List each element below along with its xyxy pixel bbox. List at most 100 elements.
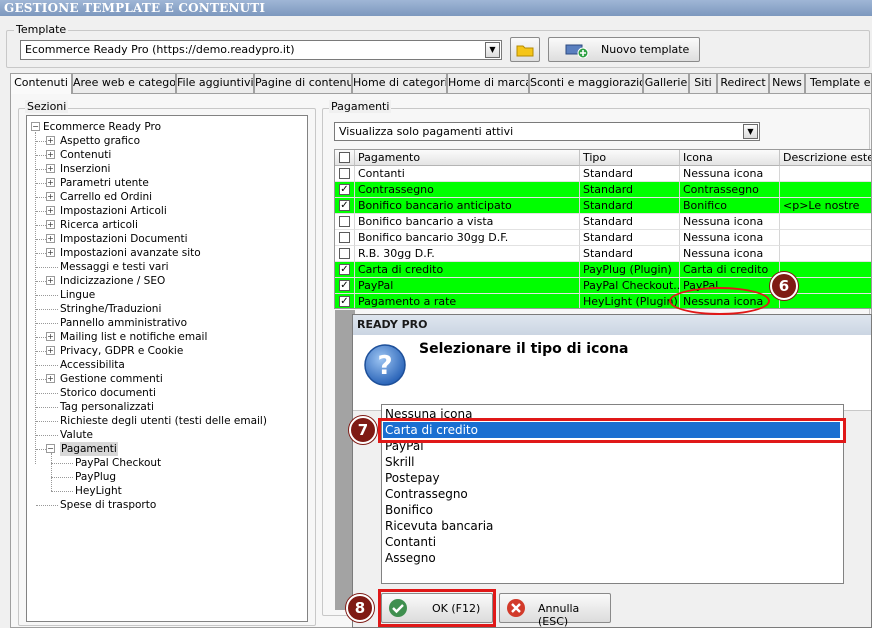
- expand-icon[interactable]: +: [46, 234, 55, 243]
- tab-home-marca[interactable]: Home di marca: [447, 73, 529, 93]
- list-item[interactable]: Assegno: [385, 550, 436, 566]
- cell-icon[interactable]: Nessuna icona: [680, 246, 780, 262]
- expand-icon[interactable]: +: [46, 346, 55, 355]
- tree-item[interactable]: Indicizzazione / SEO: [60, 274, 165, 288]
- list-item[interactable]: Postepay: [385, 470, 440, 486]
- tree-subitem[interactable]: PayPlug: [75, 470, 116, 484]
- tree-item[interactable]: Messaggi e testi vari: [60, 260, 169, 274]
- cell-desc[interactable]: [780, 166, 871, 182]
- cell-icon[interactable]: Contrassegno: [680, 182, 780, 198]
- tree-item[interactable]: Richieste degli utenti (testi delle emai…: [60, 414, 267, 428]
- tab-news[interactable]: News: [769, 73, 805, 93]
- cell-icon[interactable]: Bonifico: [680, 198, 780, 214]
- tree-item[interactable]: Parametri utente: [60, 176, 149, 190]
- cell-type[interactable]: Standard: [580, 198, 680, 214]
- grid-header-descrizione[interactable]: Descrizione estesa: [780, 150, 871, 166]
- expand-icon[interactable]: +: [46, 374, 55, 383]
- tree-subitem[interactable]: PayPal Checkout: [75, 456, 161, 470]
- tree-item[interactable]: Pagamenti: [60, 442, 118, 456]
- tab-file-aggiuntivi[interactable]: File aggiuntivi: [176, 73, 254, 93]
- grid-header-check[interactable]: [335, 150, 355, 166]
- tree-item[interactable]: Impostazioni avanzate sito: [60, 246, 201, 260]
- tab-aree-web[interactable]: Aree web e categorie: [72, 73, 176, 93]
- list-item[interactable]: Ricevuta bancaria: [385, 518, 493, 534]
- tree-item[interactable]: Storico documenti: [60, 386, 156, 400]
- cell-desc[interactable]: [780, 182, 871, 198]
- tree-item[interactable]: Valute: [60, 428, 93, 442]
- row-checkbox[interactable]: [339, 216, 350, 227]
- list-item[interactable]: Skrill: [385, 454, 415, 470]
- cell-name[interactable]: Carta di credito: [355, 262, 580, 278]
- cell-desc[interactable]: [780, 230, 871, 246]
- expand-icon[interactable]: +: [46, 276, 55, 285]
- grid-header-icona[interactable]: Icona: [680, 150, 780, 166]
- template-select[interactable]: Ecommerce Ready Pro (https://demo.readyp…: [20, 40, 502, 60]
- row-checkbox[interactable]: ✓: [339, 280, 350, 291]
- cell-type[interactable]: Standard: [580, 246, 680, 262]
- collapse-icon[interactable]: −: [31, 122, 40, 131]
- row-checkbox[interactable]: [339, 232, 350, 243]
- chevron-down-icon[interactable]: ▼: [743, 124, 758, 139]
- tab-siti[interactable]: Siti: [689, 73, 717, 93]
- cancel-button[interactable]: Annulla (ESC): [499, 593, 611, 628]
- table-row[interactable]: Bonifico bancario 30gg D.F. Standard Nessu…: [335, 230, 871, 246]
- list-item[interactable]: Contrassegno: [385, 486, 468, 502]
- tree-item[interactable]: Mailing list e notifiche email: [60, 330, 207, 344]
- grid-header-tipo[interactable]: Tipo: [580, 150, 680, 166]
- tree-item[interactable]: Accessibilita: [60, 358, 125, 372]
- row-checkbox[interactable]: [339, 248, 350, 259]
- cell-name[interactable]: R.B. 30gg D.F.: [355, 246, 580, 262]
- tree-subitem[interactable]: HeyLight: [75, 484, 122, 498]
- cell-type[interactable]: Standard: [580, 182, 680, 198]
- cell-icon[interactable]: Nessuna icona: [680, 166, 780, 182]
- payments-filter-select[interactable]: Visualizza solo pagamenti attivi ▼: [334, 122, 760, 141]
- table-row[interactable]: R.B. 30gg D.F. Standard Nessuna icona: [335, 246, 871, 262]
- tab-home-categoria[interactable]: Home di categoria: [352, 73, 447, 93]
- cell-name[interactable]: PayPal: [355, 278, 580, 294]
- table-row[interactable]: ✓ Contrassegno Standard Contrassegno: [335, 182, 871, 198]
- cell-desc[interactable]: <p>Le nostre: [780, 198, 871, 214]
- expand-icon[interactable]: +: [46, 150, 55, 159]
- expand-icon[interactable]: +: [46, 164, 55, 173]
- tree-item[interactable]: Pannello amministrativo: [60, 316, 187, 330]
- tab-template-pl[interactable]: Template e pl: [805, 73, 872, 93]
- expand-icon[interactable]: +: [46, 220, 55, 229]
- cell-type[interactable]: HeyLight (Plugin): [580, 294, 680, 308]
- open-folder-button[interactable]: [510, 37, 540, 62]
- chevron-down-icon[interactable]: ▼: [485, 42, 500, 58]
- table-row[interactable]: Bonifico bancario a vista Standard Nessuna…: [335, 214, 871, 230]
- cell-type[interactable]: Standard: [580, 214, 680, 230]
- cell-icon[interactable]: Nessuna icona: [680, 214, 780, 230]
- expand-icon[interactable]: +: [46, 136, 55, 145]
- row-checkbox[interactable]: ✓: [339, 264, 350, 275]
- row-checkbox[interactable]: [339, 168, 350, 179]
- cell-type[interactable]: Standard: [580, 230, 680, 246]
- cell-type[interactable]: PayPal Checkout...: [580, 278, 680, 294]
- new-template-button[interactable]: Nuovo template: [548, 37, 700, 62]
- tree-item[interactable]: Spese di trasporto: [60, 498, 156, 512]
- tree-item[interactable]: Ricerca articoli: [60, 218, 138, 232]
- tree-item[interactable]: Lingue: [60, 288, 95, 302]
- list-item[interactable]: Bonifico: [385, 502, 433, 518]
- table-row[interactable]: ✓ Bonifico bancario anticipato Standard Bon…: [335, 198, 871, 214]
- row-checkbox[interactable]: ✓: [339, 184, 350, 195]
- cell-type[interactable]: Standard: [580, 166, 680, 182]
- list-item[interactable]: Contanti: [385, 534, 436, 550]
- cell-desc[interactable]: [780, 246, 871, 262]
- collapse-icon[interactable]: −: [46, 444, 55, 453]
- row-checkbox[interactable]: ✓: [339, 296, 350, 307]
- sections-tree[interactable]: − Ecommerce Ready Pro + Aspetto grafico + Con…: [26, 115, 308, 622]
- tree-item[interactable]: Impostazioni Documenti: [60, 232, 188, 246]
- tree-item[interactable]: Impostazioni Articoli: [60, 204, 167, 218]
- tree-item[interactable]: Carrello ed Ordini: [60, 190, 152, 204]
- tab-redirect[interactable]: Redirect: [717, 73, 769, 93]
- table-row[interactable]: Contanti Standard Nessuna icona: [335, 166, 871, 182]
- expand-icon[interactable]: +: [46, 332, 55, 341]
- expand-icon[interactable]: +: [46, 178, 55, 187]
- cell-name[interactable]: Bonifico bancario 30gg D.F.: [355, 230, 580, 246]
- tree-item[interactable]: Tag personalizzati: [60, 400, 154, 414]
- expand-icon[interactable]: +: [46, 248, 55, 257]
- tab-pagine-contenuti[interactable]: Pagine di contenuti: [254, 73, 352, 93]
- cell-name[interactable]: Bonifico bancario anticipato: [355, 198, 580, 214]
- cell-name[interactable]: Pagamento a rate: [355, 294, 580, 308]
